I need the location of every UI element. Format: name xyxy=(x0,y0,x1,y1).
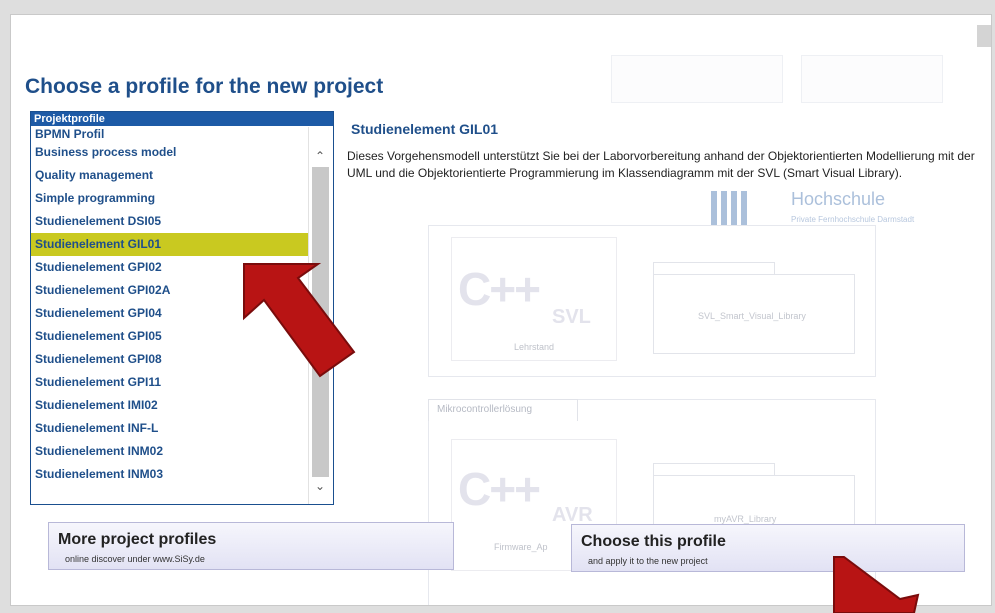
logo-subtitle: Private Fernhochschule Darmstadt xyxy=(791,215,915,224)
logo-name: Hochschule xyxy=(791,189,886,209)
cpp-logo-icon: C++ xyxy=(458,263,541,315)
list-item[interactable]: Studienelement IMI02 xyxy=(31,394,309,417)
logo-bars-icon xyxy=(711,191,749,227)
profile-detail-title: Studienelement GIL01 xyxy=(351,121,499,137)
scroll-down-icon[interactable]: ⌄ xyxy=(315,479,325,493)
scroll-up-icon[interactable]: ⌃ xyxy=(315,149,325,163)
choose-profile-label: Choose this profile xyxy=(581,533,726,550)
more-profiles-sub: online discover under www.SiSy.de xyxy=(65,554,205,564)
background-panel xyxy=(611,55,783,103)
list-item[interactable]: Business process model xyxy=(31,141,309,164)
list-item[interactable]: Studienelement INM03 xyxy=(31,463,309,486)
more-profiles-button[interactable]: More project profiles online discover un… xyxy=(48,522,454,570)
list-item[interactable]: Studienelement INM02 xyxy=(31,440,309,463)
list-item[interactable]: Quality management xyxy=(31,164,309,187)
folder-label: myAVR_Library xyxy=(714,514,777,524)
choose-profile-sub: and apply it to the new project xyxy=(588,556,708,566)
folder-icon: SVL_Smart_Visual_Library xyxy=(653,274,855,354)
background-panel xyxy=(801,55,943,103)
cpp-logo-icon: C++ xyxy=(458,463,541,515)
pointer-arrow-icon xyxy=(243,263,356,378)
screen-background: Choose a profile for the new project Pro… xyxy=(0,0,995,613)
profile-dialog: Choose a profile for the new project Pro… xyxy=(10,14,992,606)
preview-tile: C++ SVL Lehrstand xyxy=(451,237,617,361)
tile-label: Lehrstand xyxy=(514,342,555,352)
tile-label: Firmware_Ap xyxy=(494,542,548,552)
more-profiles-label: More project profiles xyxy=(58,531,217,548)
list-item[interactable]: Simple programming xyxy=(31,187,309,210)
dialog-title: Choose a profile for the new project xyxy=(25,75,384,98)
list-item[interactable]: Studienelement DSI05 xyxy=(31,210,309,233)
list-item-selected[interactable]: Studienelement GIL01 xyxy=(31,233,309,256)
svl-label: SVL xyxy=(552,306,591,328)
folder-label: SVL_Smart_Visual_Library xyxy=(698,311,806,321)
list-item[interactable]: Studienelement INF-L xyxy=(31,417,309,440)
pointer-arrow-icon xyxy=(833,556,920,613)
profile-description: Dieses Vorgehensmodell unterstützt Sie b… xyxy=(347,149,975,180)
list-item[interactable]: BPMN Profil xyxy=(31,127,309,141)
close-button[interactable] xyxy=(977,25,991,47)
group-tab: Mikrocontrollerlösung xyxy=(428,399,578,421)
list-header: Projektprofile xyxy=(31,112,333,126)
